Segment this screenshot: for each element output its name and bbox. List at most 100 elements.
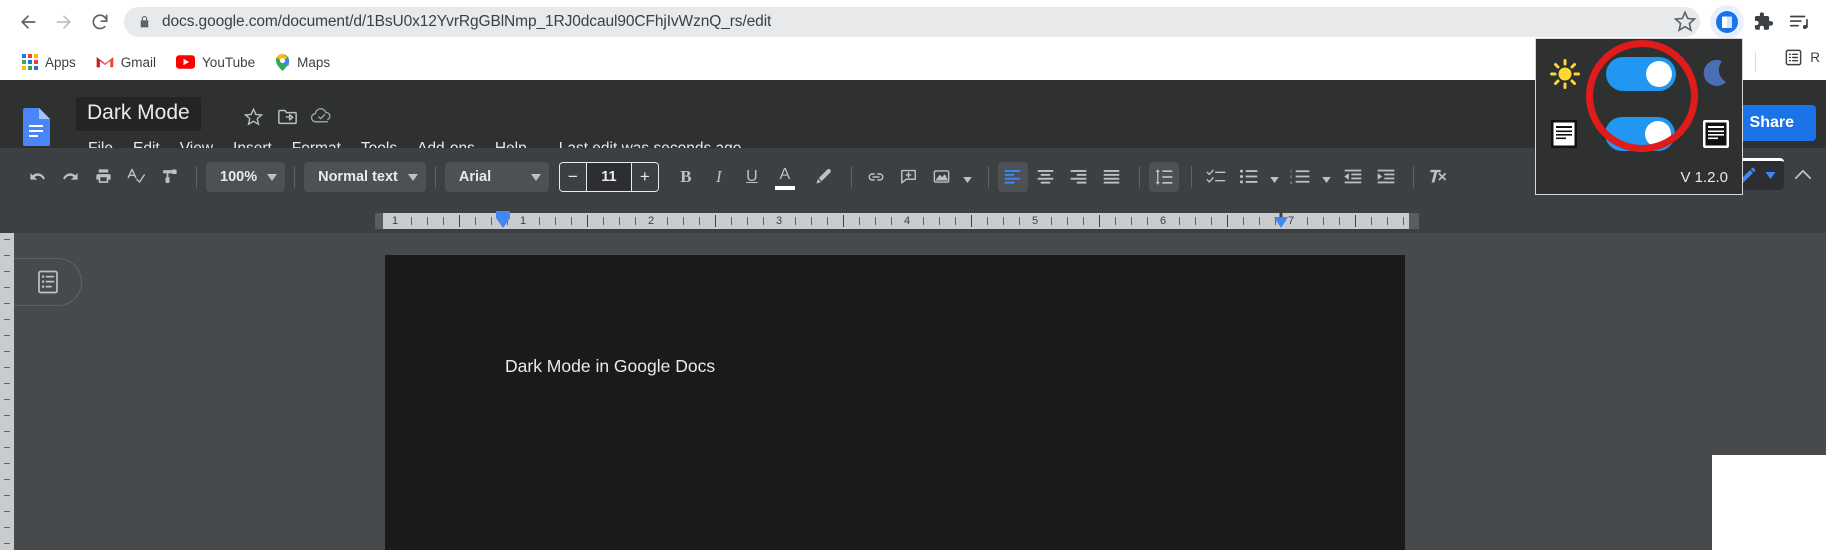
numbered-list-dropdown[interactable] — [1319, 162, 1335, 192]
bookmark-gmail[interactable]: Gmail — [88, 51, 164, 74]
collapse-toolbar-button[interactable] — [1788, 159, 1818, 189]
document-body-text[interactable]: Dark Mode in Google Docs — [505, 356, 715, 377]
line-spacing-button[interactable] — [1148, 161, 1179, 192]
extensions-puzzle-icon — [1754, 12, 1774, 30]
checklist-icon — [1206, 169, 1226, 183]
align-right-button[interactable] — [1064, 162, 1094, 192]
ruler-tick — [875, 217, 876, 225]
bookmark-maps[interactable]: Maps — [267, 50, 338, 75]
decrease-indent-button[interactable] — [1338, 162, 1368, 192]
address-bar[interactable]: docs.google.com/document/d/1BsU0x12YvrRg… — [124, 7, 1700, 37]
bookmark-reading-list[interactable]: R — [1784, 48, 1820, 67]
reading-list-icon — [1785, 49, 1802, 66]
spellcheck-button[interactable] — [121, 162, 151, 192]
text-color-button[interactable]: A — [770, 162, 800, 192]
collapse-toolbar-icon — [1794, 169, 1812, 179]
underline-button[interactable]: U — [737, 162, 767, 192]
print-button[interactable] — [88, 162, 118, 192]
align-justify-button[interactable] — [1097, 162, 1127, 192]
clear-formatting-button[interactable] — [1423, 162, 1453, 192]
ruler-tick — [635, 217, 636, 225]
font-family-dropdown[interactable]: Arial — [444, 161, 549, 192]
document-title[interactable]: Dark Mode — [76, 97, 201, 131]
italic-button[interactable]: I — [704, 162, 734, 192]
add-comment-button[interactable] — [894, 162, 924, 192]
forward-button[interactable] — [46, 4, 82, 40]
ruler-label: 1 — [519, 215, 527, 227]
bookmark-youtube[interactable]: YouTube — [168, 51, 263, 74]
moon-icon — [1703, 59, 1726, 86]
checklist-button[interactable] — [1201, 162, 1231, 192]
document-outline-icon — [37, 270, 58, 294]
bookmark-star-button[interactable] — [1673, 10, 1698, 34]
reload-button[interactable] — [82, 4, 118, 40]
right-indent-marker[interactable] — [1274, 211, 1288, 229]
font-size-stepper[interactable]: − 11 + — [558, 161, 659, 192]
ruler-tick — [603, 217, 604, 225]
highlight-color-button[interactable] — [809, 162, 839, 192]
insert-image-button[interactable] — [927, 162, 957, 192]
ruler-tick — [4, 303, 10, 304]
dark-mode-extension-button[interactable] — [1710, 5, 1744, 39]
numbered-list-button[interactable]: 123 — [1286, 162, 1316, 192]
bookmark-label: Gmail — [120, 54, 157, 70]
insert-image-dropdown[interactable] — [960, 162, 976, 192]
increase-indent-button[interactable] — [1371, 162, 1401, 192]
ruler-tick — [1323, 217, 1324, 225]
align-center-button[interactable] — [1031, 162, 1061, 192]
font-size-input[interactable]: 11 — [585, 162, 632, 191]
font-size-decrease-button[interactable]: − — [559, 162, 586, 191]
document-theme-toggle-switch[interactable] — [1605, 117, 1675, 151]
ruler-tick — [4, 319, 10, 320]
toggle-knob — [1645, 121, 1671, 147]
extensions-button[interactable] — [1746, 5, 1780, 39]
zoom-dropdown[interactable]: 100% — [206, 161, 286, 192]
sun-icon — [1550, 59, 1580, 89]
toolbar-divider — [1412, 165, 1414, 188]
paint-format-button[interactable] — [154, 162, 184, 192]
back-button[interactable] — [10, 4, 46, 40]
ruler-tick — [1195, 217, 1196, 225]
align-left-icon — [1005, 170, 1021, 184]
move-to-folder-icon[interactable] — [272, 103, 302, 129]
align-justify-icon — [1104, 170, 1120, 184]
insert-link-button[interactable] — [861, 162, 891, 192]
ruler-tick — [571, 217, 572, 225]
url-text: docs.google.com/document/d/1BsU0x12YvrRg… — [162, 13, 772, 30]
ruler-label: 6 — [1159, 215, 1167, 227]
vertical-ruler[interactable] — [0, 233, 14, 550]
ruler-tick — [443, 217, 444, 225]
ruler-tick — [4, 447, 10, 448]
right-overlay-panel — [1712, 455, 1826, 550]
undo-button[interactable] — [22, 162, 52, 192]
ruler-tick — [795, 217, 796, 225]
paragraph-style-dropdown[interactable]: Normal text — [304, 161, 426, 192]
star-icon[interactable] — [238, 103, 268, 129]
increase-indent-icon — [1377, 169, 1395, 184]
document-outline-button[interactable] — [14, 258, 82, 306]
google-docs-logo[interactable] — [22, 108, 50, 146]
align-left-button[interactable] — [997, 161, 1028, 192]
bookmark-apps[interactable]: Apps — [14, 50, 84, 74]
text-color-swatch — [774, 185, 795, 190]
bold-button[interactable]: B — [671, 162, 701, 192]
ruler-tick — [539, 217, 540, 225]
ruler-label: 4 — [903, 215, 911, 227]
ruler-tick — [891, 217, 892, 225]
ruler-tick — [4, 495, 10, 496]
arrow-left-icon — [21, 15, 36, 29]
left-indent-marker[interactable] — [496, 211, 510, 229]
arrow-right-icon — [56, 15, 71, 29]
ruler-tick — [4, 287, 10, 288]
bulleted-list-button[interactable] — [1234, 162, 1264, 192]
theme-toggle-switch[interactable] — [1606, 57, 1676, 91]
horizontal-ruler[interactable]: 1 1 2 3 4 5 6 7 — [383, 213, 1409, 229]
bulleted-list-dropdown[interactable] — [1267, 162, 1283, 192]
media-playlist-button[interactable] — [1782, 5, 1816, 39]
align-right-icon — [1071, 170, 1087, 184]
document-page[interactable]: Dark Mode in Google Docs — [385, 255, 1405, 550]
font-size-increase-button[interactable]: + — [631, 162, 658, 191]
redo-icon — [62, 172, 78, 180]
redo-button[interactable] — [55, 162, 85, 192]
svg-text:3: 3 — [1290, 180, 1293, 185]
